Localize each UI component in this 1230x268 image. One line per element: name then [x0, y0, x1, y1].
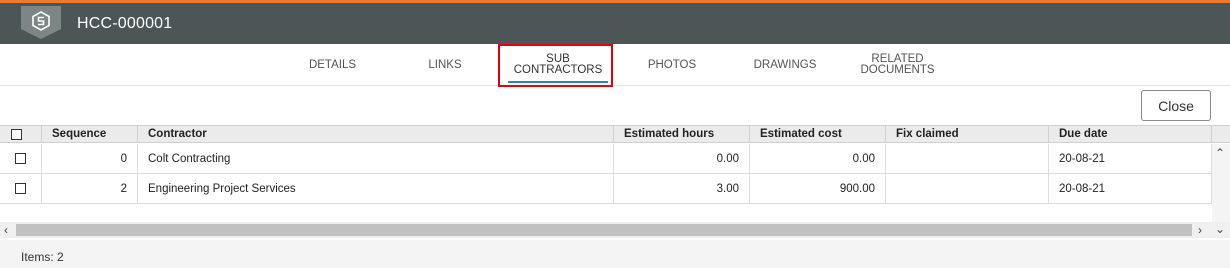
chevron-up-icon[interactable]: ⌃ [1215, 147, 1225, 159]
column-header-estimated-cost[interactable]: Estimated cost [750, 126, 886, 143]
row-checkbox[interactable] [15, 183, 26, 194]
tab-links[interactable]: LINKS [405, 44, 485, 86]
cell-due-date: 20-08-21 [1049, 144, 1212, 174]
cell-estimated-cost: 900.00 [750, 174, 886, 204]
cell-estimated-hours: 3.00 [614, 174, 750, 204]
items-count: Items: 2 [21, 250, 64, 264]
column-header-contractor[interactable]: Contractor [138, 126, 614, 143]
select-all-cell [0, 126, 42, 143]
cell-sequence: 0 [42, 144, 138, 174]
column-header-fix-claimed[interactable]: Fix claimed [886, 126, 1049, 143]
cell-fix-claimed [886, 144, 1049, 174]
app-header: HCC-000001 [0, 3, 1230, 44]
tab-photos[interactable]: PHOTOS [630, 44, 714, 86]
chevron-down-icon[interactable]: ⌄ [1215, 223, 1225, 235]
cell-due-date: 20-08-21 [1049, 174, 1212, 204]
tab-label: PHOTOS [647, 58, 697, 71]
tab-details[interactable]: DETAILS [290, 44, 375, 86]
grid-header: Sequence Contractor Estimated hours Esti… [0, 126, 1230, 143]
table-row[interactable]: 0 Colt Contracting 0.00 0.00 20-08-21 [0, 144, 1212, 174]
tab-related-documents[interactable]: RELATED DOCUMENTS [850, 44, 945, 86]
s-logo-icon [21, 6, 61, 39]
grid-footer: Items: 2 [0, 240, 1230, 268]
column-header-sequence[interactable]: Sequence [42, 126, 138, 143]
tab-drawings[interactable]: DRAWINGS [740, 44, 830, 86]
row-select-cell [0, 144, 42, 174]
chevron-right-icon[interactable]: › [1198, 224, 1202, 236]
tab-label-line2: DOCUMENTS [860, 64, 935, 76]
tab-label: DRAWINGS [753, 58, 817, 71]
cell-sequence: 2 [42, 174, 138, 204]
scrollbar-thumb[interactable] [16, 224, 1192, 236]
chevron-left-icon[interactable]: ‹ [4, 224, 8, 236]
highlight-box [498, 44, 613, 87]
column-header-estimated-hours[interactable]: Estimated hours [614, 126, 750, 143]
vertical-scrollbar[interactable]: ⌃ [1212, 144, 1230, 222]
cell-contractor: Engineering Project Services [138, 174, 614, 204]
close-button[interactable]: Close [1141, 90, 1211, 121]
column-header-due-date[interactable]: Due date [1049, 126, 1212, 143]
table-row[interactable]: 2 Engineering Project Services 3.00 900.… [0, 174, 1212, 204]
cell-estimated-cost: 0.00 [750, 144, 886, 174]
page-title: HCC-000001 [77, 15, 173, 32]
horizontal-scrollbar[interactable]: ‹ › ⌄ [0, 222, 1230, 238]
row-checkbox[interactable] [15, 153, 26, 164]
cell-estimated-hours: 0.00 [614, 144, 750, 174]
tab-label: LINKS [428, 58, 462, 71]
subcontractors-grid: Sequence Contractor Estimated hours Esti… [0, 125, 1230, 238]
tab-label: DETAILS [308, 58, 357, 71]
cell-fix-claimed [886, 174, 1049, 204]
tab-bar: DETAILS LINKS SUB CONTRACTORS PHOTOS DRA… [0, 44, 1230, 86]
select-all-checkbox[interactable] [11, 129, 22, 140]
cell-contractor: Colt Contracting [138, 144, 614, 174]
row-select-cell [0, 174, 42, 204]
